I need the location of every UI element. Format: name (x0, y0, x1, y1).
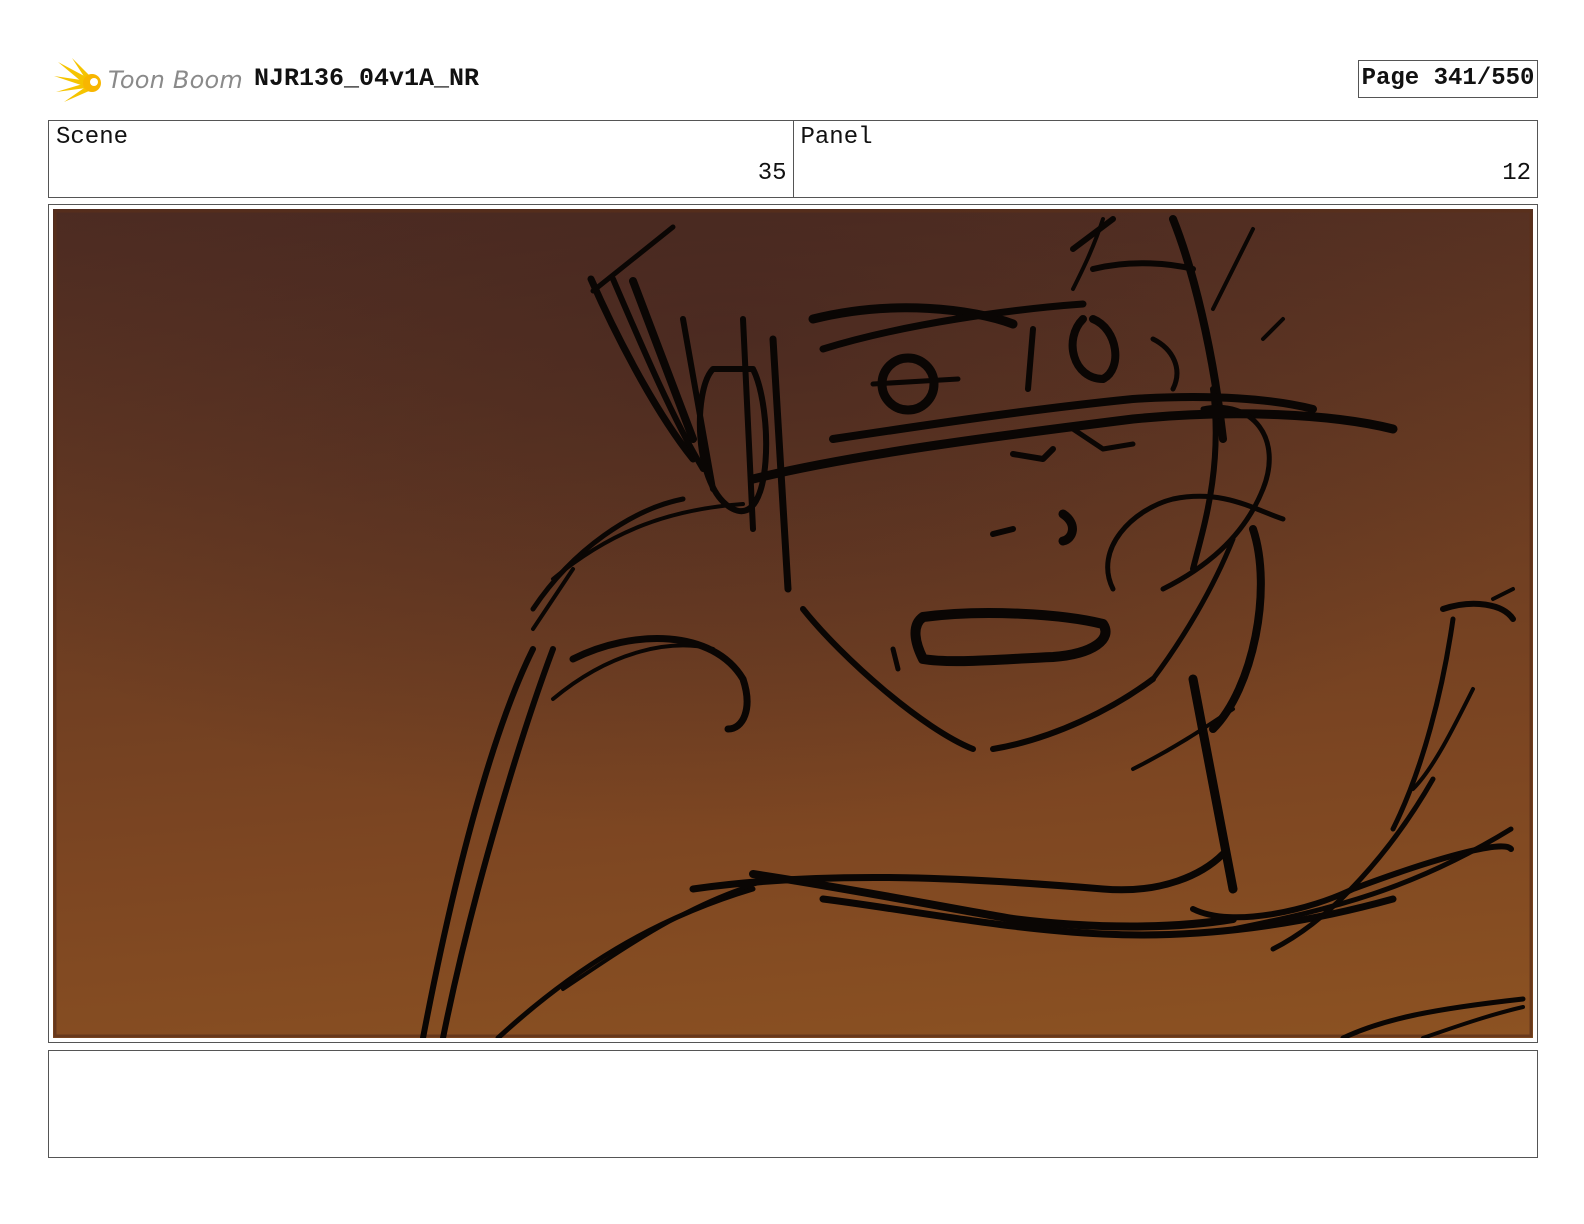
page-header: Toon Boom NJR136_04v1A_NR Page 341/550 (48, 52, 1538, 108)
notes-box (48, 1050, 1538, 1158)
scene-number: 35 (757, 160, 787, 187)
scene-panel-info: Scene 35 Panel 12 (48, 120, 1538, 198)
panel-label: Panel (800, 124, 873, 151)
page-number: Page 341/550 (1358, 60, 1538, 98)
scene-cell: Scene 35 (49, 121, 793, 197)
toon-boom-logo: Toon Boom (52, 56, 243, 106)
project-title: NJR136_04v1A_NR (254, 64, 480, 93)
starburst-icon (54, 58, 101, 102)
logo-text: Toon Boom (108, 66, 243, 94)
panel-cell: Panel 12 (792, 121, 1538, 197)
panel-number: 12 (1502, 160, 1531, 187)
scene-label: Scene (56, 124, 129, 151)
storyboard-sketch (53, 209, 1533, 1038)
panel-frame (48, 204, 1538, 1043)
sketch-drawing (53, 209, 1533, 1038)
